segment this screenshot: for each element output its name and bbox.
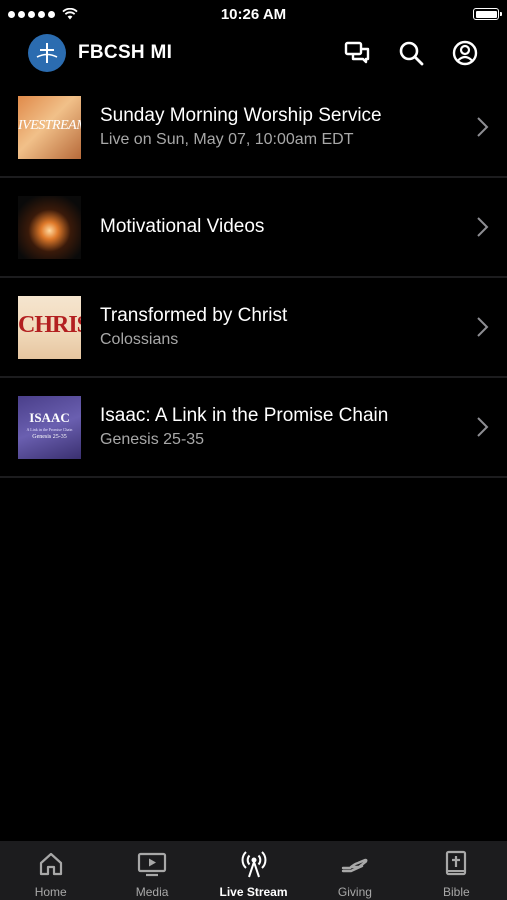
app-title: FBCSH MI [78,42,173,63]
item-title: Sunday Morning Worship Service [100,104,382,126]
tab-label: Media [135,885,169,899]
account-icon [452,40,478,66]
tab-label: Giving [337,885,372,899]
thumbnail-motivational [18,195,81,259]
thumbnail-christ: CHRIST [18,295,81,359]
thumbnail-livestream: IVESTREAM [18,95,81,159]
app-header: FBCSH MI [0,28,507,78]
tab-label: Live Stream [219,885,288,899]
item-title: Motivational Videos [100,216,265,237]
thumbnail-isaac: ISAAC A Link in the Promise Chain Genesi… [18,395,81,459]
profile-button[interactable] [451,39,479,67]
chat-button[interactable] [343,39,371,67]
item-title: Transformed by Christ [100,304,288,326]
search-button[interactable] [397,39,425,67]
status-time: 10:26 AM [220,6,287,23]
search-icon [399,41,424,66]
list-item-motivational-videos[interactable]: Motivational Videos [0,178,507,278]
item-subtitle: Genesis 25-35 [100,430,205,448]
chat-icon [344,41,370,64]
tab-label: Bible [442,885,470,899]
tab-live-stream[interactable]: Live Stream [203,841,304,900]
list-item-isaac[interactable]: ISAAC A Link in the Promise Chain Genesi… [0,378,507,478]
media-icon [138,852,167,877]
list-item-transformed-by-christ[interactable]: CHRIST Transformed by Christ Colossians [0,278,507,378]
tab-bar: Home Media Live Stream Giving Bible [0,841,507,900]
live-stream-icon [241,851,266,878]
chevron-right-icon [477,117,489,137]
church-logo[interactable] [28,34,66,72]
tab-label: Home [34,885,67,899]
tab-home[interactable]: Home [0,841,101,900]
chevron-right-icon [477,317,489,337]
tab-giving[interactable]: Giving [304,841,405,900]
item-title: Isaac: A Link in the Promise Chain [100,404,389,426]
list-item-sunday-worship[interactable]: IVESTREAM Sunday Morning Worship Service… [0,78,507,178]
battery-icon [473,8,502,20]
tab-bible[interactable]: Bible [406,841,507,900]
tab-media[interactable]: Media [101,841,202,900]
item-subtitle: Colossians [100,330,179,348]
home-icon [39,852,62,876]
status-bar: 10:26 AM [0,0,507,28]
item-subtitle: Live on Sun, May 07, 10:00am EDT [100,130,354,148]
chevron-right-icon [477,217,489,237]
chevron-right-icon [477,417,489,437]
media-list: IVESTREAM Sunday Morning Worship Service… [0,78,507,478]
bible-icon [446,850,467,876]
giving-icon [341,858,368,873]
cross-logo-icon [36,43,58,63]
